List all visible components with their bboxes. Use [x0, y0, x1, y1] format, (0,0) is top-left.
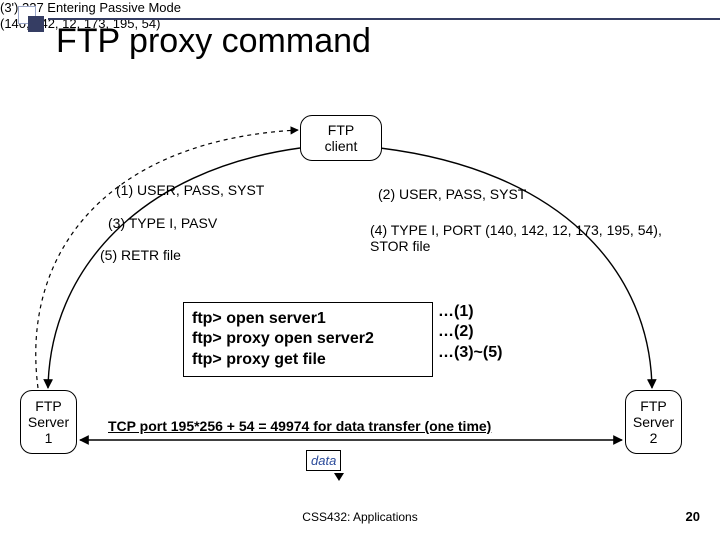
ftp-server2-label: FTP Server 2 [633, 398, 674, 446]
node-ftp-client: FTP client [300, 115, 382, 161]
node-ftp-server-1: FTP Server 1 [20, 390, 77, 454]
map-2: …(2) [438, 322, 502, 342]
footer-text: CSS432: Applications [0, 510, 720, 524]
step-4: (4) TYPE I, PORT (140, 142, 12, 173, 195… [370, 222, 662, 254]
cmd-open-server1: ftp> open server1 [192, 309, 424, 329]
data-label: data [306, 450, 341, 471]
ftp-commands-map: …(1) …(2) …(3)~(5) [438, 302, 502, 363]
passive-note-line1: (3') 227 Entering Passive Mode [0, 0, 720, 16]
corner-decoration [18, 6, 46, 34]
node-ftp-server-2: FTP Server 2 [625, 390, 682, 454]
tcp-port-note: TCP port 195*256 + 54 = 49974 for data t… [108, 418, 491, 434]
step-3: (3) TYPE I, PASV [108, 215, 217, 231]
step-2: (2) USER, PASS, SYST [378, 186, 526, 202]
ftp-commands-box: ftp> open server1 ftp> proxy open server… [183, 302, 433, 377]
slide-title: FTP proxy command [56, 22, 371, 61]
top-rule [48, 18, 720, 20]
slide: FTP proxy command (3') 227 Entering Pass… [0, 0, 720, 540]
ftp-client-label: FTP client [325, 122, 358, 154]
step-4-line1: (4) TYPE I, PORT (140, 142, 12, 173, 195… [370, 222, 662, 238]
cmd-proxy-get-file: ftp> proxy get file [192, 350, 424, 370]
page-number: 20 [686, 509, 700, 524]
map-3: …(3)~(5) [438, 343, 502, 363]
map-1: …(1) [438, 302, 502, 322]
step-5: (5) RETR file [100, 247, 181, 263]
step-1: (1) USER, PASS, SYST [116, 182, 264, 198]
diagram-arrows [0, 0, 720, 540]
step-4-line2: STOR file [370, 238, 430, 254]
cmd-proxy-open-server2: ftp> proxy open server2 [192, 329, 424, 349]
ftp-server1-label: FTP Server 1 [28, 398, 69, 446]
